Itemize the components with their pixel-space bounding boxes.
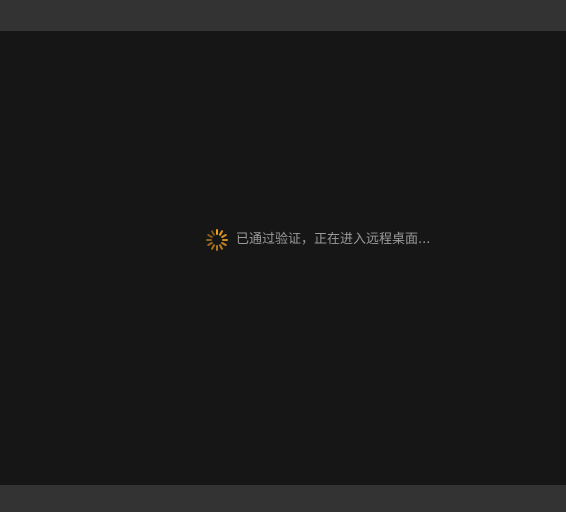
top-toolbar [0,0,566,31]
status-message: 已通过验证，正在进入远程桌面... [236,232,431,247]
remote-desktop-viewport [0,31,566,485]
connection-status: 已通过验证，正在进入远程桌面... [205,228,430,252]
loading-spinner-icon [205,228,229,252]
remote-desktop-window: 已通过验证，正在进入远程桌面... [0,0,566,512]
bottom-bar [0,485,566,512]
